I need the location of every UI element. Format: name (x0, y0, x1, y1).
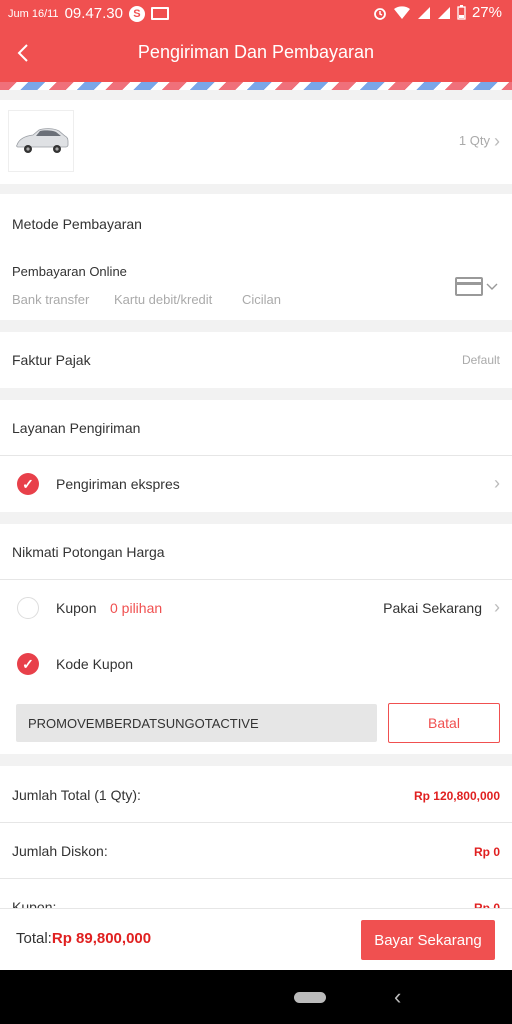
invoice-row[interactable]: Faktur Pajak Default (0, 332, 512, 388)
payment-title: Metode Pembayaran (12, 216, 142, 232)
payment-option-card[interactable]: Kartu debit/kredit (114, 292, 212, 307)
status-bar: Jum 16/11 09.47.30 S 27% (0, 0, 512, 26)
credit-card-icon (455, 277, 483, 296)
shipping-option-express[interactable]: ✓ Pengiriman ekspres › (0, 456, 512, 512)
check-icon: ✓ (17, 473, 39, 495)
promo-code-input[interactable] (16, 704, 377, 742)
payment-option-bank[interactable]: Bank transfer (12, 292, 89, 307)
coupon-code-label: Kode Kupon (56, 656, 134, 672)
alarm-icon (374, 7, 386, 20)
discount-title: Nikmati Potongan Harga (12, 544, 165, 560)
total-amount-label: Jumlah Total (1 Qty): (12, 787, 141, 803)
laptop-icon (150, 7, 169, 20)
grand-total-value: Rp 89,800,000 (51, 930, 152, 947)
wifi-icon (393, 5, 410, 19)
promo-code-field[interactable] (16, 704, 377, 742)
coupon-action: Pakai Sekarang (383, 600, 482, 616)
product-qty: 1 Qty (458, 133, 490, 148)
discount-amount-label: Jumlah Diskon: (12, 843, 108, 859)
coupon-label: Kupon (56, 600, 97, 616)
chevron-down-icon (486, 283, 498, 290)
order-summary: Jumlah Total (1 Qty): Rp 120,800,000 Jum… (0, 766, 512, 915)
app-header: Pengiriman Dan Pembayaran (0, 26, 512, 82)
checkout-bar: Total:Rp 89,800,000 Bayar Sekarang (0, 908, 512, 971)
car-icon (16, 128, 69, 153)
payment-selector[interactable] (455, 277, 498, 296)
coupon-count: 0 pilihan (110, 600, 163, 616)
product-row[interactable]: 1 Qty › (0, 100, 512, 184)
coupon-code-row[interactable]: ✓ Kode Kupon (0, 636, 512, 692)
check-icon: ✓ (17, 653, 39, 675)
payment-method: Pembayaran Online (12, 264, 127, 279)
status-time: 09.47.30 (64, 5, 123, 22)
chevron-right-icon: › (494, 597, 500, 617)
total-amount-value: Rp 120,800,000 (413, 789, 500, 803)
grand-total-label: Total: (16, 930, 52, 947)
payment-section: Metode Pembayaran Pembayaran Online Bank… (0, 194, 512, 320)
payment-option-installment[interactable]: Cicilan (242, 292, 281, 307)
page-title: Pengiriman Dan Pembayaran (137, 42, 375, 62)
invoice-label: Faktur Pajak (12, 352, 91, 368)
coupon-row[interactable]: Kupon 0 pilihan Pakai Sekarang › (0, 580, 512, 636)
chevron-right-icon: › (494, 130, 500, 151)
pay-now-button[interactable]: Bayar Sekarang (361, 920, 495, 960)
shipping-section: Layanan Pengiriman ✓ Pengiriman ekspres … (0, 400, 512, 512)
shipping-title: Layanan Pengiriman (12, 420, 141, 436)
shipping-option-label: Pengiriman ekspres (56, 476, 180, 492)
signal-2-icon (437, 6, 450, 19)
discount-amount-value: Rp 0 (473, 845, 500, 859)
signal-icon (417, 6, 430, 19)
airmail-divider (0, 82, 512, 90)
battery-icon (457, 5, 466, 20)
notification-badge-icon: S (128, 5, 145, 22)
battery-percent: 27% (471, 4, 502, 21)
chevron-right-icon: › (494, 473, 500, 493)
product-thumbnail (8, 110, 74, 172)
back-nav-button[interactable]: ‹ (394, 984, 401, 1010)
invoice-value: Default (461, 353, 500, 367)
radio-empty-icon (17, 597, 39, 619)
cancel-coupon-button[interactable]: Batal (388, 703, 500, 743)
home-button[interactable] (294, 992, 326, 1003)
status-date: Jum 16/11 (8, 7, 59, 20)
system-nav-bar: ‹ (0, 970, 512, 1024)
